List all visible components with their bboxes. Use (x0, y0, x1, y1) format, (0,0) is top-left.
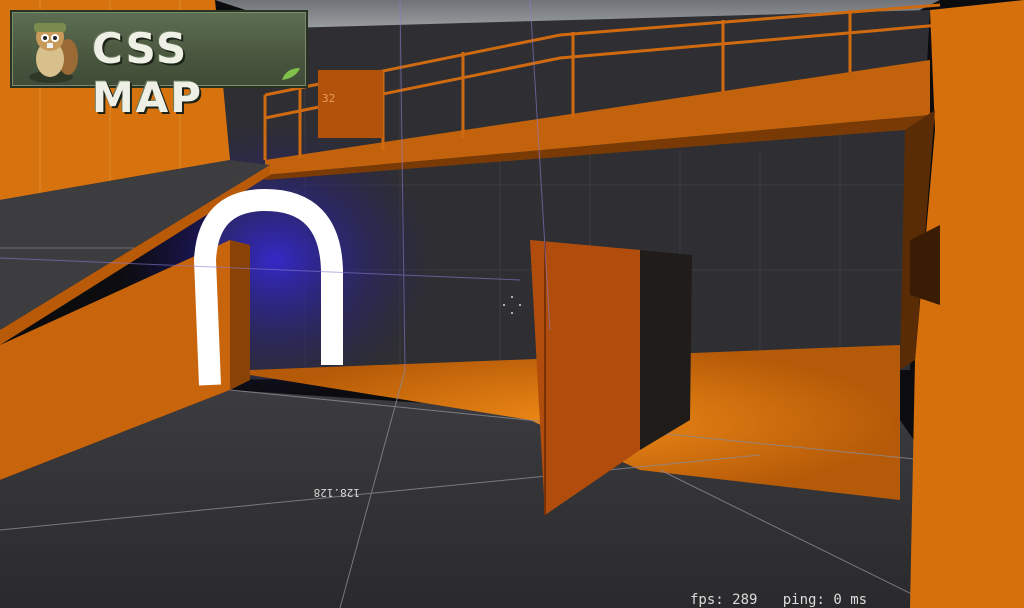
beaver-mascot-icon (29, 23, 78, 83)
ping-unit: ms (850, 593, 868, 608)
leaf-icon (282, 68, 300, 80)
ping-label: ping: (782, 593, 825, 608)
wall-label-32: 32 (322, 92, 335, 105)
ping-value: 0 (833, 593, 842, 608)
floor-label-1: 128.128 (314, 486, 360, 499)
fps-label: fps: (690, 593, 724, 608)
net-graph-hud: fps: 289 ping: 0 ms (690, 593, 1020, 608)
game-viewport[interactable]: 32 128.128 CSS MAP fps: 289 ping: 0 ms (0, 0, 1024, 608)
fps-value: 289 (732, 593, 758, 608)
door-side (640, 250, 692, 450)
logo-title: CSS MAP (92, 24, 204, 122)
crosshair-icon (503, 296, 521, 314)
css-map-logo: CSS MAP (10, 10, 308, 122)
